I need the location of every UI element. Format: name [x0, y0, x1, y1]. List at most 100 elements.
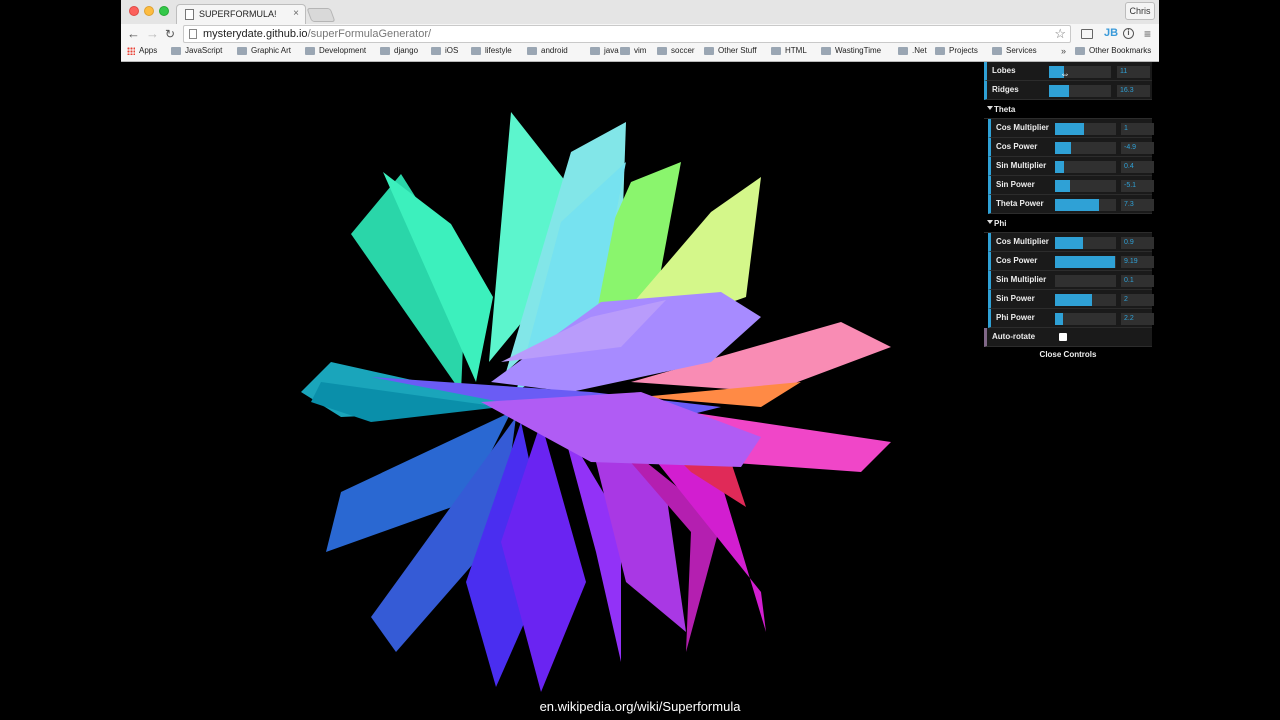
bookmark-label: Apps	[139, 46, 158, 55]
auto-rotate-row: Auto-rotate	[984, 328, 1152, 347]
menu-icon[interactable]: ≡	[1144, 27, 1151, 41]
bookmark-services[interactable]: Services	[992, 46, 1037, 55]
folder-icon	[380, 46, 390, 55]
phi-power-slider[interactable]	[1055, 313, 1116, 325]
tab-superformula[interactable]: SUPERFORMULA! ×	[176, 4, 306, 24]
control-sin-power: Sin Power -5.1	[988, 176, 1154, 195]
bookmark-net[interactable]: .Net	[898, 46, 927, 55]
new-tab-button[interactable]	[306, 8, 336, 22]
bookmark-label: android	[541, 46, 568, 55]
ridges-value-input[interactable]: 16.3	[1117, 85, 1150, 97]
bookmark-java[interactable]: java	[590, 46, 619, 55]
control-label: Cos Power	[996, 256, 1038, 265]
folder-icon	[935, 46, 945, 55]
sin-power-slider[interactable]	[1055, 180, 1116, 192]
page-icon	[189, 29, 197, 39]
profile-button[interactable]: Chris	[1125, 2, 1155, 20]
bookmark-label: JavaScript	[185, 46, 223, 55]
control-sin-multiplier: Sin Multiplier 0.1	[988, 271, 1154, 290]
folder-title: Phi	[994, 219, 1007, 228]
minimize-window-button[interactable]	[144, 6, 154, 16]
zoom-window-button[interactable]	[159, 6, 169, 16]
bookmark-label: Other Bookmarks	[1089, 46, 1152, 55]
bookmark-label: iOS	[445, 46, 459, 55]
control-cos-power: Cos Power 9.19	[988, 252, 1154, 271]
control-label: Lobes	[992, 66, 1016, 75]
folder-icon	[620, 46, 630, 55]
bookmark-other-bookmarks[interactable]: Other Bookmarks	[1075, 46, 1151, 55]
collapse-triangle-icon	[987, 220, 993, 224]
control-cos-multiplier: Cos Multiplier 0.9	[988, 233, 1154, 252]
jetbrains-extension-icon[interactable]: JB	[1104, 27, 1118, 39]
theta-power-value-input[interactable]: 7.3	[1121, 199, 1154, 211]
folder-icon	[171, 46, 181, 55]
theta-controls: Cos Multiplier 1 Cos Power -4.9 Sin Multipli…	[987, 119, 1154, 214]
url-host: mysterydate.github.io	[203, 28, 308, 40]
folder-theta[interactable]: Theta	[984, 100, 1152, 119]
bookmark-android[interactable]: android	[527, 46, 568, 55]
control-sin-multiplier: Sin Multiplier 0.4	[988, 157, 1154, 176]
bookmark-apps[interactable]: Apps	[127, 46, 157, 55]
tab-close-icon[interactable]: ×	[293, 8, 299, 19]
sin-power-slider[interactable]	[1055, 294, 1116, 306]
bookmark-django[interactable]: django	[380, 46, 418, 55]
info-icon[interactable]: i	[1123, 28, 1134, 39]
bookmark-vim[interactable]: vim	[620, 46, 646, 55]
theta-power-slider[interactable]	[1055, 199, 1116, 211]
address-bar[interactable]: mysterydate.github.io/superFormulaGenera…	[183, 25, 1071, 43]
folder-icon	[992, 46, 1002, 55]
cos-power-slider[interactable]	[1055, 256, 1116, 268]
bookmark-label: soccer	[671, 46, 695, 55]
bookmark-lifestyle[interactable]: lifestyle	[471, 46, 512, 55]
bookmark-ios[interactable]: iOS	[431, 46, 458, 55]
sin-multiplier-slider[interactable]	[1055, 275, 1116, 287]
ridges-slider[interactable]	[1049, 85, 1111, 97]
bookmark-wastingtime[interactable]: WastingTime	[821, 46, 881, 55]
cos-multiplier-slider[interactable]	[1055, 237, 1116, 249]
auto-rotate-checkbox[interactable]	[1059, 333, 1067, 341]
cos-power-slider[interactable]	[1055, 142, 1116, 154]
bookmark-projects[interactable]: Projects	[935, 46, 978, 55]
lobes-value-input[interactable]: 11	[1117, 66, 1150, 78]
sin-multiplier-slider[interactable]	[1055, 161, 1116, 173]
slider-fill	[1055, 161, 1065, 173]
close-window-button[interactable]	[129, 6, 139, 16]
folder-icon	[1075, 46, 1085, 55]
bookmark-development[interactable]: Development	[305, 46, 366, 55]
control-label: Ridges	[992, 85, 1019, 94]
apps-grid-icon	[127, 46, 135, 55]
cos-multiplier-value-input[interactable]: 0.9	[1121, 237, 1154, 249]
screen: SUPERFORMULA! × Chris ← → ↻ mysterydate.…	[0, 0, 1280, 720]
control-sin-power: Sin Power 2	[988, 290, 1154, 309]
sin-multiplier-value-input[interactable]: 0.1	[1121, 275, 1154, 287]
cos-power-value-input[interactable]: -4.9	[1121, 142, 1154, 154]
bookmark-html[interactable]: HTML	[771, 46, 807, 55]
bookmark-graphic-art[interactable]: Graphic Art	[237, 46, 291, 55]
url-path: /superFormulaGenerator/	[307, 28, 432, 40]
close-controls-button[interactable]: Close Controls	[984, 347, 1152, 362]
bookmark-soccer[interactable]: soccer	[657, 46, 695, 55]
control-phi-power: Phi Power 2.2	[988, 309, 1154, 328]
folder-phi[interactable]: Phi	[984, 214, 1152, 233]
sin-multiplier-value-input[interactable]: 0.4	[1121, 161, 1154, 173]
bookmark-star-icon[interactable]: ☆	[1054, 26, 1066, 42]
reload-icon[interactable]: ↻	[165, 26, 175, 42]
cos-multiplier-value-input[interactable]: 1	[1121, 123, 1154, 135]
bookmark-other-stuff[interactable]: Other Stuff	[704, 46, 757, 55]
caption-link[interactable]: en.wikipedia.org/wiki/Superformula	[121, 699, 1159, 714]
cos-power-value-input[interactable]: 9.19	[1121, 256, 1154, 268]
folder-icon	[471, 46, 481, 55]
sin-power-value-input[interactable]: -5.1	[1121, 180, 1154, 192]
cast-icon[interactable]	[1081, 29, 1093, 39]
bookmarks-overflow-button[interactable]: »	[1061, 46, 1066, 56]
back-arrow-icon[interactable]: ←	[127, 26, 140, 42]
lobes-slider[interactable]	[1049, 66, 1111, 78]
sin-power-value-input[interactable]: 2	[1121, 294, 1154, 306]
cos-multiplier-slider[interactable]	[1055, 123, 1116, 135]
forward-arrow-icon[interactable]: →	[146, 26, 159, 42]
folder-icon	[821, 46, 831, 55]
phi-power-value-input[interactable]: 2.2	[1121, 313, 1154, 325]
resize-cursor-icon: ⇔	[1060, 69, 1070, 80]
bookmark-javascript[interactable]: JavaScript	[171, 46, 222, 55]
page-icon	[185, 9, 194, 20]
